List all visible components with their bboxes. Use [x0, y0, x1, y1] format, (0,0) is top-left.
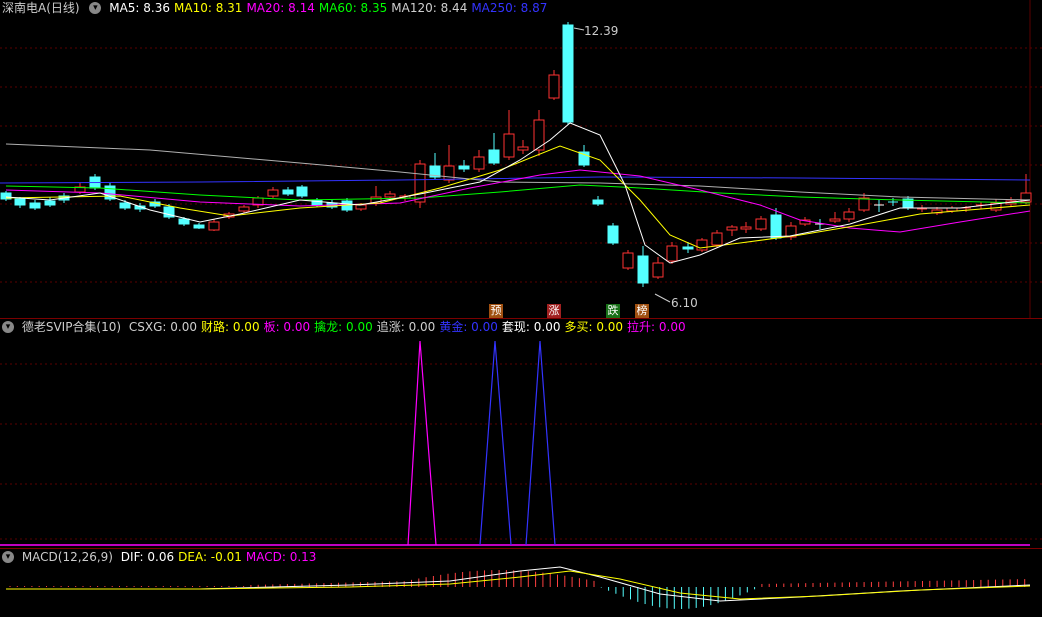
dea-line: [6, 570, 1031, 600]
candle-body: [696, 239, 708, 251]
candle-body: [282, 189, 294, 195]
candle-body: [296, 186, 308, 197]
low-price-label: 6.10: [671, 296, 698, 310]
candle-body: [562, 24, 574, 123]
candle-body: [384, 193, 396, 198]
main-indicator-3: MA60: 8.35: [318, 1, 388, 15]
candle-body: [622, 252, 634, 269]
candle-body: [44, 200, 56, 206]
ma120-line: [5, 143, 1031, 201]
main-legend: 深南电A(日线) ▾ MA5: 8.36 MA10: 8.31 MA20: 8.14…: [0, 0, 555, 16]
macd-indicator-0: DIF: 0.06: [120, 550, 175, 564]
candle-body: [355, 204, 367, 210]
main-title: 深南电A(日线): [2, 1, 80, 15]
candle-body: [829, 218, 841, 222]
candle-body: [119, 202, 131, 209]
svip-indicator-pane[interactable]: ▾ 德老SVIP合集(10) CSXG: 0.00 财路: 0.00 板: 0.00…: [0, 319, 1042, 548]
high-price-label: 12.39: [584, 24, 619, 38]
candle-body: [711, 232, 723, 246]
candle-body: [740, 226, 752, 230]
svip-indicator-6: 套现: 0.00: [501, 320, 561, 334]
candle-body: [473, 156, 485, 170]
candle-body: [443, 165, 455, 181]
candle-body: [29, 202, 41, 209]
macd-title: MACD(12,26,9): [21, 550, 113, 564]
candle-body: [14, 198, 26, 206]
svip-indicator-0: CSXG: 0.00: [128, 320, 197, 334]
ma60-line: [5, 184, 1031, 204]
macd-pane[interactable]: ▾ MACD(12,26,9) DIF: 0.06 DEA: -0.01 MACD:…: [0, 549, 1042, 617]
svip-indicator-list: CSXG: 0.00 财路: 0.00 板: 0.00 擒龙: 0.00 追涨: 0.0…: [129, 320, 690, 334]
candle-body: [755, 218, 767, 230]
candle-body: [414, 163, 426, 203]
candle-body: [104, 185, 116, 200]
svip-indicator-7: 多买: 0.00: [564, 320, 624, 334]
main-chart-pane[interactable]: 深南电A(日线) ▾ MA5: 8.36 MA10: 8.31 MA20: 8.14…: [0, 0, 1042, 318]
candle-body: [858, 197, 870, 211]
signal-pulse-2: [525, 340, 556, 546]
low-leader-line: [654, 293, 671, 303]
main-indicator-2: MA20: 8.14: [246, 1, 315, 15]
signal-marker-zhang: 涨: [547, 304, 561, 318]
macd-indicator-list: DIF: 0.06 DEA: -0.01 MACD: 0.13: [121, 550, 321, 564]
candle-body: [488, 149, 500, 164]
svip-indicator-4: 追涨: 0.00: [376, 320, 436, 334]
macd-indicator-1: DEA: -0.01: [178, 550, 242, 564]
candle-body: [178, 218, 190, 225]
signal-marker-die: 跌: [606, 304, 620, 318]
dif-line: [6, 566, 1031, 602]
macd-legend: ▾ MACD(12,26,9) DIF: 0.06 DEA: -0.01 MACD:…: [0, 549, 324, 565]
candle-body: [726, 226, 738, 231]
svip-indicator-2: 板: 0.00: [263, 320, 311, 334]
candle-body: [652, 262, 664, 278]
candlestick-chart: [0, 0, 1042, 318]
candle-body: [458, 165, 470, 170]
chevron-down-icon[interactable]: ▾: [2, 320, 14, 333]
ma5-line: [5, 122, 1031, 264]
candle-body: [666, 245, 678, 262]
main-indicator-0: MA5: 8.36: [109, 1, 171, 15]
main-indicator-4: MA120: 8.44: [391, 1, 468, 15]
ma20-line: [5, 169, 1031, 233]
candle-body: [682, 246, 694, 250]
candle-body: [607, 225, 619, 244]
high-leader-line: [573, 27, 585, 31]
candle-body: [592, 199, 604, 205]
chevron-down-icon[interactable]: ▾: [89, 1, 102, 14]
candle-body: [503, 133, 515, 158]
candle-body: [193, 224, 205, 229]
svip-indicator-3: 擒龙: 0.00: [314, 320, 373, 334]
candle-body: [238, 206, 250, 212]
signal-pulse-0: [407, 340, 437, 546]
main-indicator-5: MA250: 8.87: [471, 1, 548, 15]
macd-indicator-2: MACD: 0.13: [245, 550, 317, 564]
svip-title: 德老SVIP合集(10): [21, 320, 122, 334]
candle-body: [637, 255, 649, 284]
candle-body: [517, 146, 529, 151]
candle-body: [548, 74, 560, 99]
svip-signal-chart: [0, 340, 1042, 546]
svip-indicator-8: 拉升: 0.00: [627, 320, 686, 334]
svip-indicator-5: 黄金: 0.00: [439, 320, 498, 334]
svip-legend: ▾ 德老SVIP合集(10) CSXG: 0.00 财路: 0.00 板: 0.00…: [0, 319, 694, 335]
main-indicator-list: MA5: 8.36 MA10: 8.31 MA20: 8.14 MA60: 8.35 M…: [109, 1, 551, 15]
signal-marker-bang: 榜: [635, 304, 649, 318]
main-indicator-1: MA10: 8.31: [174, 1, 243, 15]
chevron-down-icon[interactable]: ▾: [2, 550, 14, 563]
signal-pulse-1: [479, 340, 512, 546]
signal-marker-yu: 预: [489, 304, 503, 318]
candle-body: [770, 214, 782, 239]
candle-body: [267, 189, 279, 197]
candle-body: [208, 221, 220, 231]
candle-body: [843, 211, 855, 220]
svip-indicator-1: 财路: 0.00: [201, 320, 260, 334]
